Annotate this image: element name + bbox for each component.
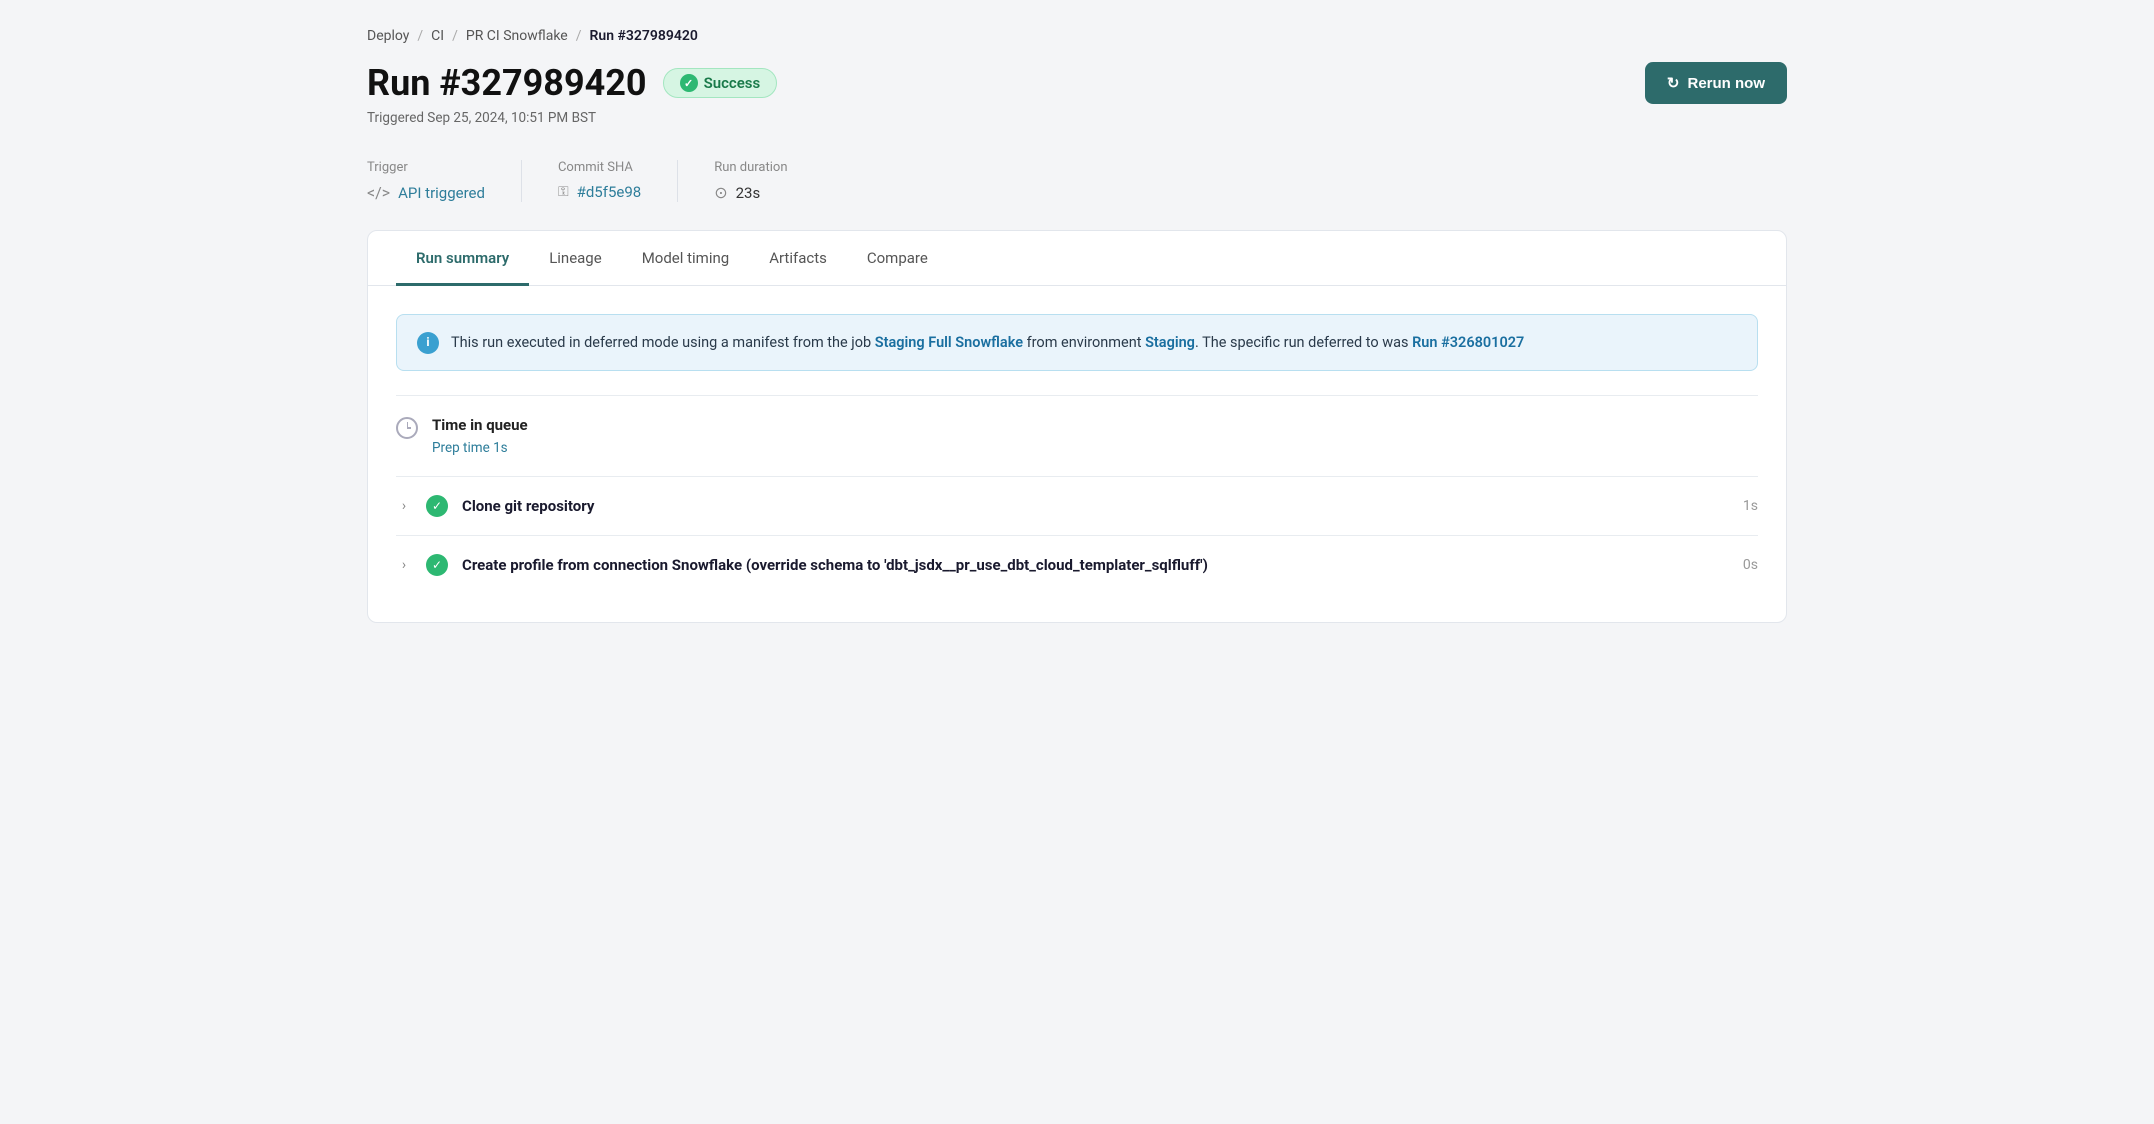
trigger-label: Trigger (367, 160, 485, 175)
duration-clock-icon: ⊙ (714, 183, 727, 202)
step-duration: 0s (1743, 557, 1758, 573)
step-label: Clone git repository (462, 497, 1729, 515)
status-label: Success (704, 74, 761, 92)
info-banner-text: This run executed in deferred mode using… (451, 331, 1524, 354)
tab-compare[interactable]: Compare (847, 231, 948, 286)
step-success-icon: ✓ (426, 495, 448, 517)
tab-artifacts[interactable]: Artifacts (749, 231, 847, 286)
meta-commit: Commit SHA ⚿ #d5f5e98 (558, 160, 678, 202)
key-icon: ⚿ (558, 184, 569, 200)
meta-duration: Run duration ⊙ 23s (714, 160, 823, 202)
duration-value: 23s (736, 184, 761, 202)
rerun-button[interactable]: ↻ Rerun now (1645, 62, 1787, 104)
time-in-queue: Time in queue Prep time 1s (396, 416, 1758, 476)
main-card: Run summary Lineage Model timing Artifac… (367, 230, 1787, 623)
steps-section: Time in queue Prep time 1s › ✓ Clone git… (396, 395, 1758, 594)
table-row: › ✓ Clone git repository 1s (396, 476, 1758, 535)
breadcrumb-deploy[interactable]: Deploy (367, 28, 409, 44)
tab-lineage[interactable]: Lineage (529, 231, 622, 286)
prep-time-link[interactable]: Prep time 1s (432, 440, 508, 456)
time-queue-clock-icon (396, 417, 418, 439)
breadcrumb-current: Run #327989420 (589, 28, 697, 44)
breadcrumb-pr-ci-snowflake[interactable]: PR CI Snowflake (466, 28, 568, 44)
commit-label: Commit SHA (558, 160, 641, 175)
info-text-before: This run executed in deferred mode using… (451, 334, 875, 351)
info-link-run-deferred[interactable]: Run #326801027 (1412, 334, 1524, 351)
info-icon: i (417, 332, 439, 354)
rerun-icon: ↻ (1667, 74, 1680, 92)
tabs: Run summary Lineage Model timing Artifac… (368, 231, 1786, 286)
tab-run-summary[interactable]: Run summary (396, 231, 529, 286)
step-success-icon: ✓ (426, 554, 448, 576)
info-link-staging[interactable]: Staging (1145, 334, 1195, 351)
run-triggered: Triggered Sep 25, 2024, 10:51 PM BST (367, 110, 777, 126)
rerun-label: Rerun now (1688, 75, 1766, 92)
time-queue-title: Time in queue (432, 416, 528, 434)
step-label: Create profile from connection Snowflake… (462, 556, 1729, 574)
status-badge: ✓ Success (663, 68, 778, 98)
chevron-right-icon[interactable]: › (396, 498, 412, 514)
commit-value[interactable]: #d5f5e98 (577, 183, 642, 201)
card-body: i This run executed in deferred mode usi… (368, 286, 1786, 622)
table-row: › ✓ Create profile from connection Snowf… (396, 535, 1758, 594)
breadcrumb: Deploy / CI / PR CI Snowflake / Run #327… (367, 28, 1787, 44)
info-banner: i This run executed in deferred mode usi… (396, 314, 1758, 371)
info-link-staging-full-snowflake[interactable]: Staging Full Snowflake (875, 334, 1023, 351)
check-icon: ✓ (680, 74, 698, 92)
tab-model-timing[interactable]: Model timing (622, 231, 750, 286)
meta-row: Trigger </> API triggered Commit SHA ⚿ #… (367, 160, 1787, 202)
duration-label: Run duration (714, 160, 787, 175)
step-duration: 1s (1743, 498, 1758, 514)
info-text-middle: from environment (1023, 334, 1145, 351)
chevron-right-icon[interactable]: › (396, 557, 412, 573)
run-header: Run #327989420 ✓ Success Triggered Sep 2… (367, 62, 1787, 154)
meta-trigger: Trigger </> API triggered (367, 160, 522, 202)
run-title: Run #327989420 (367, 62, 647, 104)
breadcrumb-ci[interactable]: CI (431, 28, 444, 44)
trigger-value[interactable]: API triggered (398, 184, 485, 202)
info-text-after: . The specific run deferred to was (1195, 334, 1412, 351)
code-icon: </> (367, 183, 390, 202)
